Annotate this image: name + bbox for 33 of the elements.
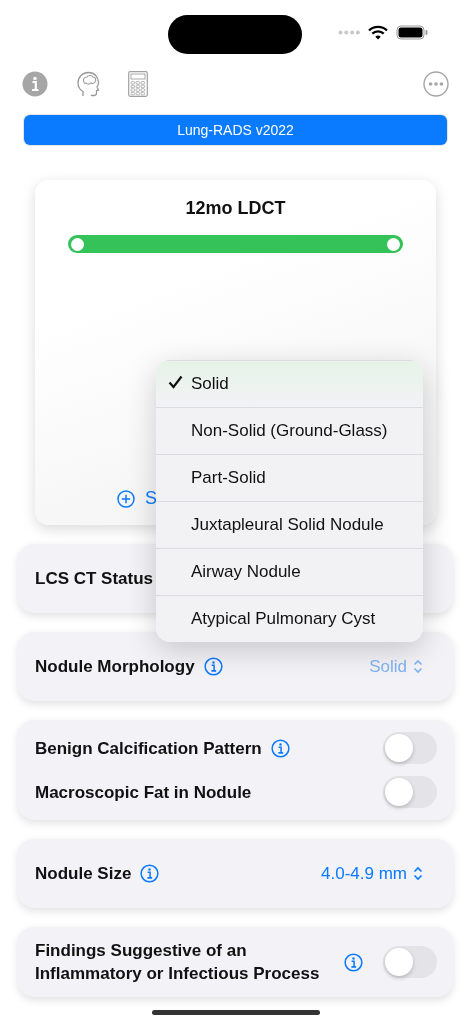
- menu-item[interactable]: Juxtapleural Solid Nodule: [156, 501, 423, 548]
- menu-item[interactable]: Part-Solid: [156, 454, 423, 501]
- info-icon[interactable]: [270, 738, 290, 758]
- add-link[interactable]: S: [117, 488, 157, 509]
- wifi-icon: [368, 25, 388, 40]
- checkmark-icon: [168, 375, 183, 389]
- toggle-switch[interactable]: [383, 732, 437, 764]
- field-label: Macroscopic Fat in Nodule: [35, 781, 252, 804]
- brain-head-icon[interactable]: [76, 71, 100, 97]
- chevron-updown-icon: [413, 659, 423, 674]
- version-button[interactable]: Lung-RADS v2022: [24, 115, 447, 145]
- field-label: Nodule Size: [35, 863, 132, 885]
- info-icon[interactable]: [22, 71, 48, 97]
- info-icon[interactable]: [344, 952, 363, 972]
- toggle-switch[interactable]: [383, 776, 437, 808]
- more-icon[interactable]: [423, 71, 449, 97]
- info-icon[interactable]: [140, 864, 160, 883]
- field-label: Benign Calcification Pattern: [35, 737, 262, 760]
- calculator-icon[interactable]: [128, 71, 148, 97]
- menu-item[interactable]: Airway Nodule: [156, 548, 423, 595]
- value-picker[interactable]: 4.0-4.9 mm: [321, 863, 423, 884]
- recommendation-title: 12mo LDCT: [185, 198, 286, 219]
- field-label: LCS CT Status: [35, 568, 154, 590]
- menu-item[interactable]: Non-Solid (Ground-Glass): [156, 407, 423, 454]
- menu-item[interactable]: Solid: [156, 360, 423, 407]
- menu-item[interactable]: Atypical Pulmonary Cyst: [156, 595, 423, 642]
- field-label: Nodule Morphology: [35, 656, 195, 678]
- toggle-switch[interactable]: [383, 946, 437, 978]
- signal-icon: [338, 30, 360, 35]
- info-icon[interactable]: [203, 657, 223, 676]
- battery-icon: [396, 25, 428, 40]
- chevron-updown-icon: [413, 866, 423, 881]
- field-label: Findings Suggestive of an Inflammatory or Infectious Process: [35, 940, 321, 985]
